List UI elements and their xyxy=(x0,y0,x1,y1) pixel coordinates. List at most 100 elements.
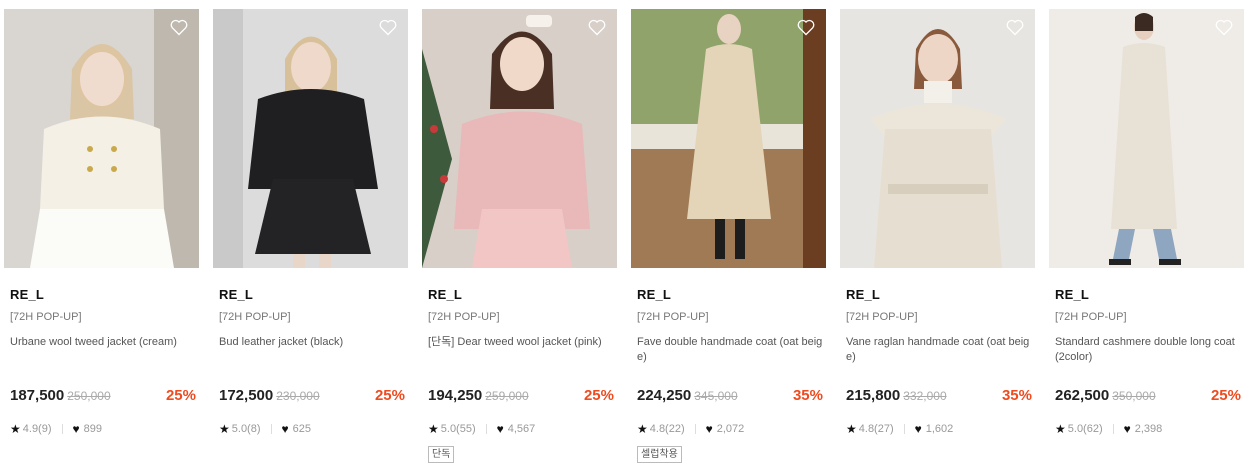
product-image[interactable] xyxy=(4,9,199,268)
product-name[interactable]: Urbane wool tweed jacket (cream) xyxy=(10,335,196,350)
original-price: 332,000 xyxy=(903,389,947,403)
rating: 5.0(8) xyxy=(231,423,261,435)
product-name[interactable]: Bud leather jacket (black) xyxy=(219,335,405,350)
like-count: 625 xyxy=(292,423,311,435)
sale-price: 262,500 xyxy=(1055,387,1110,404)
product-grid: RE_L [72H POP-UP] Urbane wool tweed jack… xyxy=(4,9,1248,471)
brand-name[interactable]: RE_L xyxy=(428,287,462,302)
sale-price: 187,500 xyxy=(10,387,65,404)
price-row: 262,500 350,000 25% xyxy=(1055,387,1241,405)
sale-price: 224,250 xyxy=(637,387,692,404)
divider xyxy=(270,424,272,434)
like-heart-icon: ♥ xyxy=(496,422,504,436)
like-heart-icon: ♥ xyxy=(1123,422,1131,436)
brand-name[interactable]: RE_L xyxy=(10,287,44,302)
divider xyxy=(485,424,487,434)
like-count: 4,567 xyxy=(507,423,536,435)
review-meta: ★ 4.8(27) ♥ 1,602 xyxy=(846,422,953,436)
price-row: 194,250 259,000 25% xyxy=(428,387,614,405)
promo-tag: [72H POP-UP] xyxy=(846,311,918,323)
promo-tag: [72H POP-UP] xyxy=(219,311,291,323)
product-image[interactable] xyxy=(840,9,1035,268)
product-card[interactable]: RE_L [72H POP-UP] Bud leather jacket (bl… xyxy=(213,9,408,471)
product-photo xyxy=(1049,9,1244,268)
star-icon: ★ xyxy=(846,422,857,436)
product-photo xyxy=(840,9,1035,268)
sale-price: 172,500 xyxy=(219,387,274,404)
star-icon: ★ xyxy=(637,422,648,436)
brand-name[interactable]: RE_L xyxy=(219,287,253,302)
rating: 5.0(62) xyxy=(1067,423,1103,435)
discount-rate: 25% xyxy=(1210,387,1241,404)
rating: 4.8(22) xyxy=(649,423,685,435)
like-heart-icon: ♥ xyxy=(72,422,80,436)
product-card[interactable]: RE_L [72H POP-UP] Fave double handmade c… xyxy=(631,9,826,471)
like-heart-icon: ♥ xyxy=(914,422,922,436)
divider xyxy=(1112,424,1114,434)
original-price: 345,000 xyxy=(694,389,738,403)
product-photo xyxy=(4,9,199,268)
rating: 4.8(27) xyxy=(858,423,894,435)
product-photo xyxy=(631,9,826,268)
brand-name[interactable]: RE_L xyxy=(637,287,671,302)
star-icon: ★ xyxy=(10,422,21,436)
sale-price: 215,800 xyxy=(846,387,901,404)
heart-icon[interactable] xyxy=(378,17,398,37)
star-icon: ★ xyxy=(428,422,439,436)
celeb-worn-badge: 셀럽착용 xyxy=(637,446,682,463)
like-count: 2,072 xyxy=(716,423,745,435)
product-card[interactable]: RE_L [72H POP-UP] Urbane wool tweed jack… xyxy=(4,9,199,471)
discount-rate: 25% xyxy=(374,387,405,404)
brand-name[interactable]: RE_L xyxy=(1055,287,1089,302)
original-price: 350,000 xyxy=(1112,389,1156,403)
discount-rate: 35% xyxy=(792,387,823,404)
product-image[interactable] xyxy=(631,9,826,268)
heart-icon[interactable] xyxy=(796,17,816,37)
review-meta: ★ 5.0(55) ♥ 4,567 xyxy=(428,422,535,436)
promo-tag: [72H POP-UP] xyxy=(10,311,82,323)
product-name[interactable]: Fave double handmade coat (oat beige) xyxy=(637,335,823,365)
like-count: 899 xyxy=(83,423,102,435)
price-row: 172,500 230,000 25% xyxy=(219,387,405,405)
price-row: 224,250 345,000 35% xyxy=(637,387,823,405)
star-icon: ★ xyxy=(1055,422,1066,436)
review-meta: ★ 4.9(9) ♥ 899 xyxy=(10,422,102,436)
divider xyxy=(903,424,905,434)
review-meta: ★ 4.8(22) ♥ 2,072 xyxy=(637,422,744,436)
product-photo xyxy=(213,9,408,268)
price-row: 215,800 332,000 35% xyxy=(846,387,1032,405)
review-meta: ★ 5.0(62) ♥ 2,398 xyxy=(1055,422,1162,436)
product-card[interactable]: RE_L [72H POP-UP] [단독] Dear tweed wool j… xyxy=(422,9,617,471)
like-heart-icon: ♥ xyxy=(281,422,289,436)
like-heart-icon: ♥ xyxy=(705,422,713,436)
discount-rate: 25% xyxy=(165,387,196,404)
product-name[interactable]: Standard cashmere double long coat (2col… xyxy=(1055,335,1241,365)
price-row: 187,500 250,000 25% xyxy=(10,387,196,405)
promo-tag: [72H POP-UP] xyxy=(428,311,500,323)
heart-icon[interactable] xyxy=(587,17,607,37)
brand-name[interactable]: RE_L xyxy=(846,287,880,302)
exclusive-badge: 단독 xyxy=(428,446,455,463)
product-image[interactable] xyxy=(1049,9,1244,268)
divider xyxy=(694,424,696,434)
promo-tag: [72H POP-UP] xyxy=(637,311,709,323)
heart-icon[interactable] xyxy=(1005,17,1025,37)
like-count: 1,602 xyxy=(925,423,954,435)
rating: 5.0(55) xyxy=(440,423,476,435)
product-card[interactable]: RE_L [72H POP-UP] Vane raglan handmade c… xyxy=(840,9,1035,471)
product-photo xyxy=(422,9,617,268)
product-image[interactable] xyxy=(213,9,408,268)
star-icon: ★ xyxy=(219,422,230,436)
like-count: 2,398 xyxy=(1134,423,1163,435)
divider xyxy=(61,424,63,434)
product-name[interactable]: [단독] Dear tweed wool jacket (pink) xyxy=(428,335,614,350)
product-card[interactable]: RE_L [72H POP-UP] Standard cashmere doub… xyxy=(1049,9,1244,471)
original-price: 259,000 xyxy=(485,389,529,403)
original-price: 230,000 xyxy=(276,389,320,403)
heart-icon[interactable] xyxy=(169,17,189,37)
heart-icon[interactable] xyxy=(1214,17,1234,37)
discount-rate: 25% xyxy=(583,387,614,404)
product-image[interactable] xyxy=(422,9,617,268)
product-name[interactable]: Vane raglan handmade coat (oat beige) xyxy=(846,335,1032,365)
discount-rate: 35% xyxy=(1001,387,1032,404)
